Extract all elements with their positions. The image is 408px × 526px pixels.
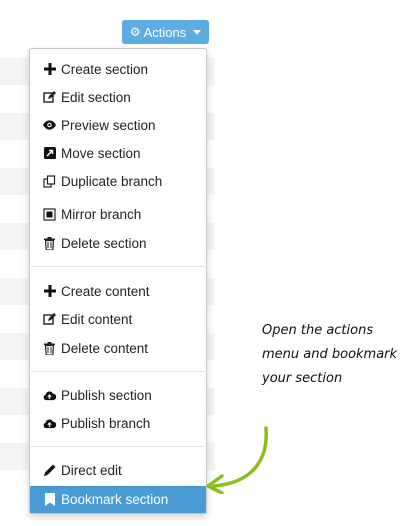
menu-item-label: Edit content (61, 311, 133, 327)
menu-divider (31, 446, 207, 447)
eye-icon (43, 119, 56, 132)
menu-item-label: Publish branch (61, 415, 151, 431)
actions-button[interactable]: ⚙ Actions (122, 20, 209, 44)
menu-item-label: Duplicate branch (61, 173, 163, 189)
cloud-upload-icon (43, 417, 56, 430)
menu-item-label: Preview section (61, 117, 156, 133)
gear-icon: ⚙ (129, 25, 141, 39)
menu-item-label: Create content (61, 283, 150, 299)
menu-item-edit-content[interactable]: Edit content (30, 306, 206, 332)
menu-item-label: Bookmark section (61, 492, 169, 507)
menu-item-direct-edit[interactable]: Direct edit (30, 457, 206, 483)
menu-item-label: Create section (61, 61, 149, 77)
plus-icon (43, 285, 56, 298)
edit-icon (43, 90, 56, 104)
actions-menu: Create section Edit section Preview sect… (29, 48, 207, 514)
duplicate-icon (43, 174, 56, 188)
menu-item-edit-section[interactable]: Edit section (30, 84, 206, 110)
menu-divider (31, 371, 207, 372)
trash-icon (43, 236, 56, 250)
menu-item-move-section[interactable]: Move section (30, 140, 206, 166)
plus-icon (43, 63, 56, 76)
bookmark-icon (43, 493, 56, 506)
menu-item-create-section[interactable]: Create section (30, 56, 206, 82)
menu-item-label: Direct edit (61, 462, 122, 478)
menu-item-create-content[interactable]: Create content (30, 278, 206, 304)
menu-item-delete-section[interactable]: Delete section (30, 230, 206, 256)
annotation-arrow-icon (206, 426, 268, 494)
mirror-icon (43, 207, 56, 221)
annotation-text: Open the actions menu and bookmark your … (262, 323, 398, 386)
edit-icon (43, 312, 56, 326)
menu-item-bookmark-section[interactable]: Bookmark section (30, 486, 206, 513)
menu-item-preview-section[interactable]: Preview section (30, 112, 206, 138)
menu-item-label: Delete section (61, 235, 147, 251)
cloud-upload-icon (43, 389, 56, 402)
menu-item-delete-content[interactable]: Delete content (30, 335, 206, 361)
actions-button-label: Actions (143, 24, 187, 40)
pencil-icon (43, 464, 56, 477)
menu-item-label: Publish section (61, 387, 152, 403)
trash-icon (43, 341, 56, 355)
caret-down-icon (193, 29, 202, 35)
move-icon (43, 147, 56, 160)
menu-item-duplicate-branch[interactable]: Duplicate branch (30, 168, 206, 194)
menu-item-publish-branch[interactable]: Publish branch (30, 410, 206, 436)
menu-item-label: Edit section (61, 89, 131, 105)
menu-item-label: Delete content (61, 340, 149, 356)
menu-divider (31, 266, 207, 267)
menu-item-label: Mirror branch (61, 206, 142, 222)
menu-item-mirror-branch[interactable]: Mirror branch (30, 201, 206, 227)
menu-item-label: Move section (61, 145, 141, 161)
menu-item-publish-section[interactable]: Publish section (30, 382, 206, 408)
